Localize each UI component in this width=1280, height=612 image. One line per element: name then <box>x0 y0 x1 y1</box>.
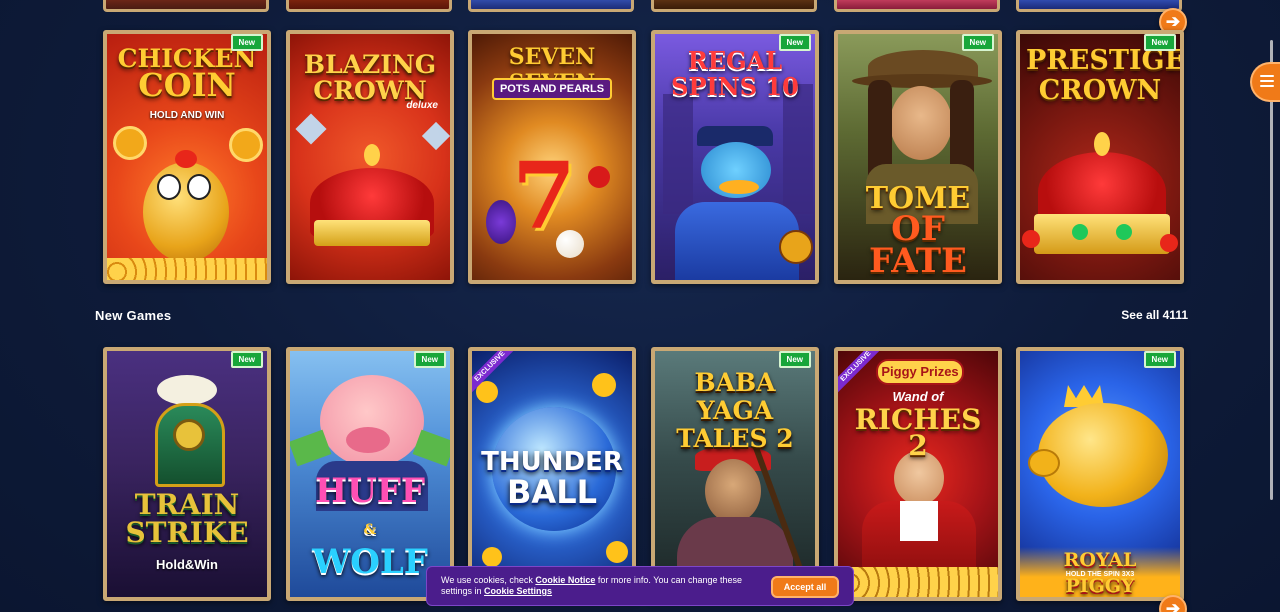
accept-all-button[interactable]: Accept all <box>771 576 839 598</box>
game-subtitle: deluxe <box>406 100 438 111</box>
game-title: CHICKEN COIN <box>117 44 257 104</box>
scrollbar[interactable] <box>1270 40 1273 500</box>
new-badge: New <box>778 351 811 368</box>
game-title: TRAIN STRIKE <box>125 488 249 549</box>
games-row-featured: CHICKEN COIN HOLD AND WIN New BLAZING CROW… <box>0 30 1280 286</box>
game-title: BABA YAGA TALES 2 <box>676 368 794 453</box>
cookie-notice-link[interactable]: Cookie Notice <box>535 575 595 585</box>
game-tile-seven-seven[interactable]: 7 SEVEN SEVEN POTS AND PEARLS <box>468 30 636 284</box>
partial-game-tile[interactable] <box>1016 0 1182 12</box>
new-badge: New <box>413 351 446 368</box>
cookie-consent-bar: We use cookies, check Cookie Notice for … <box>426 566 854 606</box>
game-tile-chicken-coin[interactable]: CHICKEN COIN HOLD AND WIN New <box>103 30 271 284</box>
new-badge: New <box>1143 351 1176 368</box>
game-title: BLAZING CROWN <box>303 50 437 105</box>
game-title: Piggy Prizes <box>876 359 964 385</box>
partial-game-tile[interactable] <box>834 0 1000 12</box>
game-title: PRESTIGE CROWN <box>1026 45 1184 106</box>
game-subtitle: Hold&Win <box>156 557 218 572</box>
game-title: REGAL SPINS 10 <box>671 46 799 101</box>
game-tile-piggy-prizes-wand-of-riches-2[interactable]: Piggy Prizes Wand of RICHES 2 EXCLUSIVE <box>834 347 1002 601</box>
new-badge: New <box>1143 34 1176 51</box>
game-title: TOME OF FATE <box>865 181 971 281</box>
game-subtitle: Wand of <box>892 389 944 404</box>
previous-row-strip <box>0 0 1280 14</box>
new-badge: New <box>230 351 263 368</box>
game-tile-blazing-crown[interactable]: BLAZING CROWN deluxe <box>286 30 454 284</box>
game-title: THUNDER BALL <box>481 447 623 511</box>
cookie-text: We use cookies, check Cookie Notice for … <box>441 575 761 597</box>
arrow-right-icon: ➔ <box>1165 599 1181 612</box>
game-tile-huff-wolf[interactable]: HUFF & WOLF New <box>286 347 454 601</box>
see-all-link[interactable]: See all 4111 <box>1121 308 1188 322</box>
cookie-text-part: We use cookies, check <box>441 575 536 585</box>
section-header-new-games: New Games See all 4111 <box>95 308 1188 324</box>
new-badge: New <box>961 34 994 51</box>
section-title: New Games <box>95 308 172 323</box>
games-row-new-games: TRAIN STRIKE Hold&Win New HUFF & WOLF New T… <box>0 347 1280 603</box>
new-badge: New <box>778 34 811 51</box>
partial-game-tile[interactable] <box>651 0 817 12</box>
game-subtitle: POTS AND PEARLS <box>492 78 612 100</box>
game-tile-prestige-crown[interactable]: PRESTIGE CROWN New <box>1016 30 1184 284</box>
hamburger-menu-icon <box>1260 75 1274 90</box>
partial-game-tile[interactable] <box>468 0 634 12</box>
game-subtitle: HOLD THE SPIN 3X3 <box>1065 571 1135 578</box>
game-title-main: RICHES 2 <box>854 403 982 462</box>
game-tile-thunder-ball[interactable]: THUNDER BALL EXCLUSIVE <box>468 347 636 601</box>
game-subtitle: HOLD AND WIN <box>149 110 225 121</box>
game-tile-baba-yaga-tales-2[interactable]: BABA YAGA TALES 2 New <box>651 347 819 601</box>
new-badge: New <box>230 34 263 51</box>
arrow-right-icon: ➔ <box>1165 12 1181 31</box>
partial-game-tile[interactable] <box>103 0 269 12</box>
cookie-settings-link[interactable]: Cookie Settings <box>484 586 552 596</box>
partial-game-tile[interactable] <box>286 0 452 12</box>
game-tile-tome-of-fate[interactable]: TOME OF FATE New <box>834 30 1002 284</box>
game-tile-train-strike[interactable]: TRAIN STRIKE Hold&Win New <box>103 347 271 601</box>
game-title: HUFF & WOLF <box>312 471 428 582</box>
game-tile-regal-spins-10[interactable]: REGAL SPINS 10 New <box>651 30 819 284</box>
game-tile-royal-piggy[interactable]: ROYAL PIGGY HOLD THE SPIN 3X3 New <box>1016 347 1184 601</box>
